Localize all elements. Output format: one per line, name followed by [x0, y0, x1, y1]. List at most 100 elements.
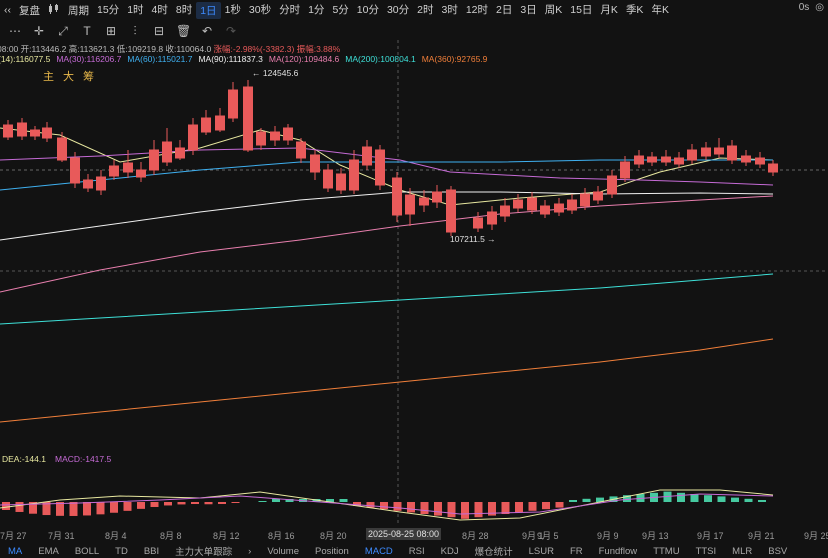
- macd-bar: [258, 501, 267, 502]
- macd-bar: [204, 502, 213, 505]
- redo-icon[interactable]: ↷: [224, 24, 238, 38]
- candle: [741, 150, 751, 166]
- indicator-tab-17[interactable]: TTSI: [696, 546, 717, 557]
- clock-label: 0s: [798, 2, 810, 13]
- crosshair-icon[interactable]: ✛: [32, 24, 46, 38]
- indicator-tab-13[interactable]: LSUR: [529, 546, 554, 557]
- macd-bar: [474, 502, 483, 518]
- candlestick-icon[interactable]: [44, 3, 64, 17]
- price-chart[interactable]: ← 124545.6 107211.5 → DEA:-144.1 MACD:-1…: [0, 40, 828, 526]
- candle: [727, 140, 737, 164]
- indicator-tab-9[interactable]: MACD: [365, 546, 393, 557]
- candle: [149, 140, 159, 175]
- candle: [661, 150, 671, 166]
- ma-line: [0, 338, 774, 423]
- indicator-tab-12[interactable]: 爆仓统计: [475, 544, 513, 558]
- interval-15[interactable]: 2日: [492, 2, 516, 19]
- chart-type-icon[interactable]: ⫶: [128, 24, 142, 39]
- indicator-tab-15[interactable]: Fundflow: [599, 546, 638, 557]
- macd-bar: [758, 500, 766, 502]
- candle: [136, 162, 146, 182]
- indicator-tab-11[interactable]: KDJ: [441, 546, 459, 557]
- interval-21[interactable]: 年K: [647, 2, 673, 19]
- indicator-tab-6[interactable]: ›: [248, 546, 251, 557]
- indicator-tab-5[interactable]: 主力大单跟踪: [175, 544, 232, 558]
- x-tick-label: 9月 5: [537, 531, 559, 541]
- interval-toolbar: ‹‹ 复盘 周期 15分 1时 4时 8时 1日 1秒 30秒 分时 1分 5分 10分 30分 2时 3…: [0, 0, 828, 20]
- x-axis: 7月 27 7月 31 8月 4 8月 8 8月 12 8月 16 8月 20 8月 28 9月…: [0, 526, 828, 541]
- indicator-tab-3[interactable]: TD: [115, 546, 128, 557]
- interval-7[interactable]: 分时: [275, 2, 304, 19]
- x-tick-label: 9月 9: [597, 531, 619, 541]
- trash-icon[interactable]: 🗑: [176, 24, 191, 38]
- indicator-tab-7[interactable]: Volume: [267, 546, 299, 557]
- camera-icon[interactable]: ◎: [815, 2, 824, 13]
- replay-button[interactable]: 复盘: [15, 3, 44, 18]
- undo-icon[interactable]: ↶: [200, 24, 214, 38]
- macd-bar: [191, 502, 199, 505]
- indicator-tab-8[interactable]: Position: [315, 546, 349, 557]
- indicator-tab-14[interactable]: FR: [570, 546, 583, 557]
- candle: [567, 194, 577, 214]
- candle: [42, 122, 52, 142]
- macd-bar: [420, 502, 429, 514]
- candle: [283, 124, 293, 145]
- text-icon[interactable]: T: [80, 24, 94, 38]
- interval-3[interactable]: 8时: [172, 2, 196, 19]
- back-button[interactable]: ‹‹: [0, 4, 15, 16]
- macd-histogram: [2, 491, 766, 519]
- candle: [17, 118, 27, 140]
- interval-9[interactable]: 5分: [328, 2, 352, 19]
- interval-12[interactable]: 2时: [413, 2, 437, 19]
- candle: [175, 140, 185, 160]
- ma-line: [0, 273, 774, 325]
- x-tick-label: 8月 12: [213, 531, 240, 541]
- interval-14[interactable]: 12时: [462, 2, 492, 19]
- period-button[interactable]: 周期: [64, 3, 93, 18]
- low-annotation: 107211.5 →: [450, 234, 496, 244]
- indicator-tab-10[interactable]: RSI: [409, 546, 425, 557]
- macd-bar: [231, 502, 240, 503]
- indicator-tab-18[interactable]: MLR: [732, 546, 752, 557]
- indicator-tab-19[interactable]: BSV: [768, 546, 787, 557]
- indicator-tab-4[interactable]: BBI: [144, 546, 159, 557]
- grid-icon[interactable]: ⊞: [104, 24, 118, 38]
- more-icon[interactable]: ⋯: [8, 24, 22, 38]
- interval-4[interactable]: 1日: [196, 1, 221, 19]
- interval-10[interactable]: 10分: [353, 2, 383, 19]
- candle: [215, 108, 225, 132]
- interval-5[interactable]: 1秒: [221, 2, 245, 19]
- interval-20[interactable]: 季K: [622, 2, 648, 19]
- interval-2[interactable]: 4时: [148, 2, 172, 19]
- candle: [701, 142, 711, 160]
- candle: [540, 200, 550, 218]
- indicator-tab-0[interactable]: MA: [8, 546, 22, 557]
- indicator-tab-2[interactable]: BOLL: [75, 546, 99, 557]
- interval-8[interactable]: 1分: [304, 2, 328, 19]
- macd-bar: [731, 497, 739, 502]
- interval-18[interactable]: 15日: [566, 2, 596, 19]
- interval-0[interactable]: 15分: [93, 2, 123, 19]
- interval-19[interactable]: 月K: [596, 2, 622, 19]
- indicator-tab-16[interactable]: TTMU: [653, 546, 679, 557]
- interval-11[interactable]: 30分: [383, 2, 413, 19]
- interval-17[interactable]: 周K: [541, 2, 567, 19]
- candle: [57, 132, 67, 162]
- macd-bar: [515, 502, 523, 513]
- macd-bar: [137, 502, 145, 509]
- candle: [419, 190, 429, 212]
- indicator-tab-1[interactable]: EMA: [38, 546, 59, 557]
- candle: [362, 140, 372, 170]
- indicator-icon[interactable]: ⊟: [152, 24, 166, 38]
- macd-bar: [501, 502, 510, 514]
- candle: [3, 120, 13, 140]
- interval-1[interactable]: 1时: [123, 2, 147, 19]
- interval-13[interactable]: 3时: [438, 2, 462, 19]
- x-tick-label: 8月 16: [268, 531, 295, 541]
- interval-6[interactable]: 30秒: [245, 2, 275, 19]
- candle: [500, 198, 510, 222]
- interval-16[interactable]: 3日: [516, 2, 540, 19]
- candle: [473, 212, 483, 232]
- expand-icon[interactable]: ⤢: [56, 24, 70, 39]
- x-tick-label: 9月 25: [804, 531, 828, 541]
